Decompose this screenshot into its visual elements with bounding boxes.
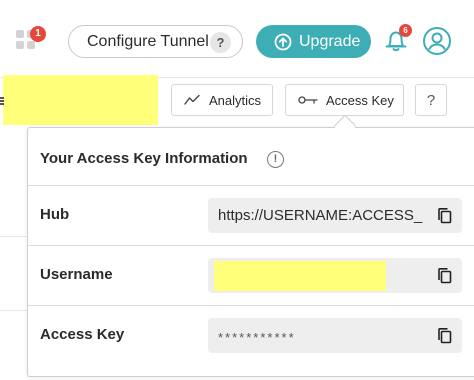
copy-icon[interactable] [434,265,456,287]
user-avatar-icon[interactable] [422,26,452,56]
hub-row: Hub https://USERNAME:ACCESS_ [28,185,474,245]
access-key-value: *********** [218,330,296,345]
popover-title: Your Access Key Information [40,150,248,167]
access-key-label: Access Key [326,92,394,108]
analytics-button[interactable]: Analytics [171,84,273,116]
line-chart-icon [184,94,200,105]
access-key-button[interactable]: Access Key [285,84,404,116]
access-key-row-label: Access Key [40,326,125,343]
hub-label: Hub [40,206,70,223]
hub-field[interactable]: https://USERNAME:ACCESS_ [208,198,462,233]
configure-help-icon[interactable]: ? [210,32,231,53]
username-label: Username [40,266,113,283]
redacted-username [214,261,386,291]
redacted-region [3,75,158,125]
configure-tunnel-button[interactable]: Configure Tunnel ? [68,25,243,58]
access-key-row: Access Key *********** [28,305,474,365]
background-divider [0,236,28,237]
copy-icon[interactable] [434,325,456,347]
notification-badge: 6 [399,24,412,37]
upload-circle-icon [274,33,292,50]
page: 1 Configure Tunnel ? Upgrade 6 Analytics… [0,0,474,380]
username-row: Username [28,245,474,305]
help-button[interactable]: ? [415,84,447,116]
top-header: 1 Configure Tunnel ? Upgrade 6 [0,0,474,78]
menu-icon[interactable] [0,97,4,106]
info-icon[interactable]: ! [267,151,284,168]
username-field[interactable] [208,258,462,293]
apps-badge: 1 [30,26,46,42]
analytics-label: Analytics [209,92,262,108]
copy-icon[interactable] [434,205,456,227]
upgrade-label: Upgrade [299,32,361,50]
background-divider [0,310,28,311]
hub-value: https://USERNAME:ACCESS_ [218,207,423,224]
access-key-popover: Your Access Key Information ! Hub https:… [27,127,474,377]
key-icon [298,96,318,104]
upgrade-button[interactable]: Upgrade [256,25,371,58]
access-key-field[interactable]: *********** [208,318,462,353]
configure-tunnel-label: Configure Tunnel [87,32,209,50]
